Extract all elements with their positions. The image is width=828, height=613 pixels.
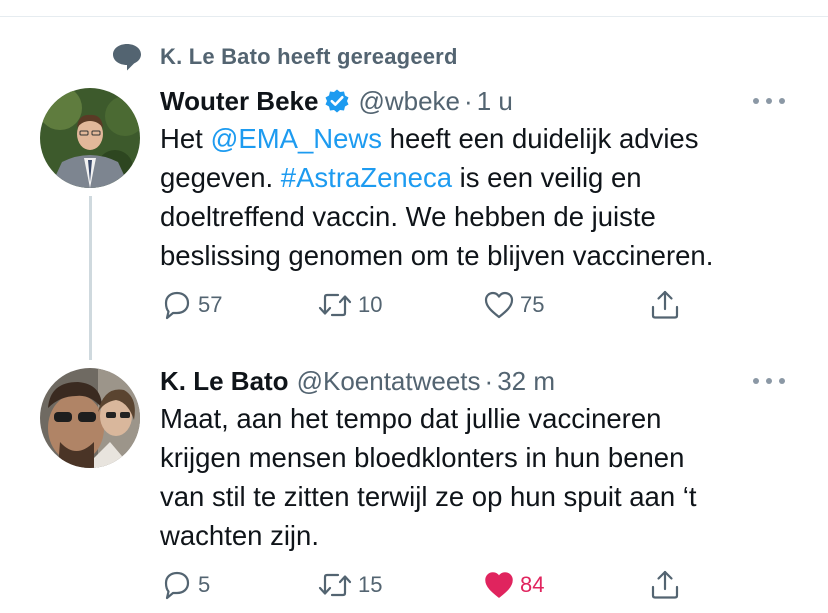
- author-name[interactable]: Wouter Beke: [160, 86, 318, 117]
- reply-icon: [164, 571, 190, 600]
- retweet-count: 15: [358, 572, 383, 597]
- social-context-text: K. Le Bato heeft gereageerd: [160, 44, 458, 69]
- mention-link[interactable]: @EMA_News: [210, 123, 382, 154]
- heart-outline-icon: [484, 291, 514, 319]
- retweet-button[interactable]: 15: [316, 567, 382, 603]
- hashtag-link[interactable]: #AstraZeneca: [281, 162, 452, 193]
- more-options-icon[interactable]: [753, 91, 785, 111]
- top-divider: [0, 16, 828, 17]
- reply-icon: [164, 291, 190, 320]
- retweet-button[interactable]: 10: [316, 287, 382, 323]
- reply-button[interactable]: 5: [160, 567, 210, 603]
- separator-dot: ·: [484, 365, 494, 396]
- reply-button[interactable]: 57: [160, 287, 222, 323]
- speech-bubble-icon: [110, 42, 144, 72]
- author-name[interactable]: K. Le Bato: [160, 366, 289, 397]
- share-icon: [651, 290, 679, 319]
- author-handle[interactable]: @wbeke: [358, 86, 460, 117]
- retweet-icon: [318, 573, 352, 597]
- like-count: 84: [520, 572, 545, 597]
- separator-dot: ·: [464, 85, 473, 116]
- reply-count: 5: [198, 572, 211, 597]
- retweet-count: 10: [358, 292, 383, 317]
- avatar-wouter-beke[interactable]: [40, 88, 140, 188]
- share-button[interactable]: [648, 567, 682, 603]
- like-button[interactable]: 75: [482, 287, 544, 323]
- author-handle[interactable]: @Koentatweets: [297, 366, 481, 397]
- retweet-icon: [318, 293, 352, 317]
- tweet-header: Wouter Beke @wbeke · 1 u: [160, 84, 513, 118]
- share-icon: [651, 570, 679, 599]
- reply-count: 57: [198, 292, 223, 317]
- verified-badge-icon: [324, 88, 350, 114]
- more-options-icon[interactable]: [753, 371, 785, 391]
- avatar-k-le-bato[interactable]: [40, 368, 140, 468]
- timestamp[interactable]: 1 u: [477, 86, 513, 117]
- like-count: 75: [520, 292, 545, 317]
- tweet-text: Het @EMA_News heeft een duidelijk advies…: [160, 123, 714, 271]
- tweet-actions: 57 10 75: [160, 287, 700, 323]
- tweet-actions: 5 15 84: [160, 567, 700, 603]
- tweet-header: K. Le Bato @Koentatweets · 32 m: [160, 364, 555, 398]
- share-button[interactable]: [648, 287, 682, 323]
- social-context[interactable]: K. Le Bato heeft gereageerd: [110, 42, 458, 72]
- timestamp[interactable]: 32 m: [497, 366, 555, 397]
- thread-line: [89, 196, 92, 360]
- like-button[interactable]: 84: [482, 567, 544, 603]
- tweet-text: Maat, aan het tempo dat jullie vaccinere…: [160, 403, 697, 551]
- heart-filled-icon: [485, 572, 513, 598]
